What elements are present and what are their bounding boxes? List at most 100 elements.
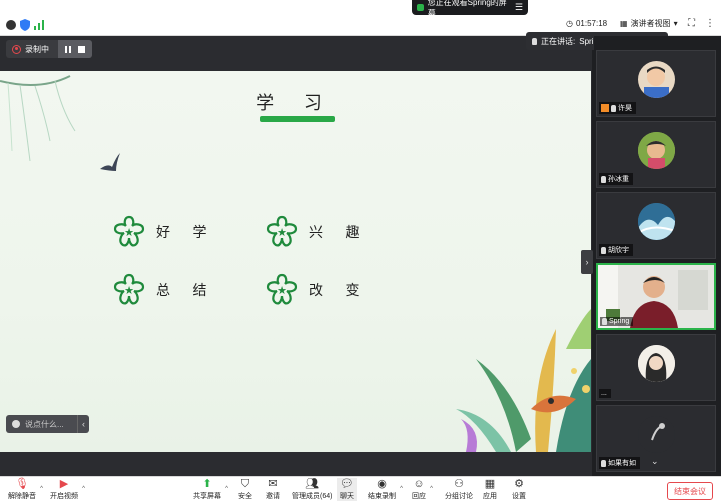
participant-name: ... (599, 389, 611, 398)
manage-members-button[interactable]: 👥︎ 管理成员(64) (292, 478, 332, 501)
participant-name: 胡欣宇 (599, 244, 633, 256)
security-button[interactable]: ⛉ 安全 (238, 478, 252, 501)
slide-item: ★ 好 学 (112, 215, 215, 249)
reactions-label: 回应 (412, 493, 426, 500)
settings-button[interactable]: ⚙ 设置 (512, 478, 526, 501)
screen-share-icon (417, 4, 424, 11)
chat-button[interactable]: 💬︎ 聊天 (337, 478, 357, 501)
chevron-up-icon[interactable]: ^ (82, 486, 85, 492)
invite-button[interactable]: ✉ 邀请 (266, 478, 280, 501)
mic-icon (601, 246, 606, 254)
start-video-label: 开启视频 (50, 493, 78, 500)
invite-icon: ✉ (268, 478, 278, 490)
flower-star-icon: ★ (266, 215, 298, 247)
svg-text:★: ★ (277, 227, 287, 239)
breakout-label: 分组讨论 (445, 493, 473, 500)
share-screen-icon: ⬆ (202, 478, 212, 490)
apps-button[interactable]: ▦ 应用 (483, 478, 497, 501)
collapse-gallery-button[interactable]: › (581, 250, 593, 274)
avatar (638, 345, 675, 382)
avatar (638, 416, 675, 453)
participant-name-text: ... (601, 390, 607, 397)
mic-icon (611, 104, 616, 112)
view-mode-label: 演讲者视图 (630, 19, 671, 28)
more-icon[interactable]: ⋮ (705, 18, 715, 29)
chat-input[interactable]: 说点什么... ‹ (6, 415, 89, 433)
participant-name-text: 孙冰重 (608, 176, 629, 183)
mic-muted-icon: 🎙︎ (15, 478, 29, 490)
breakout-button[interactable]: ⚇ 分组讨论 (445, 478, 473, 501)
invite-label: 邀请 (266, 493, 280, 500)
end-meeting-button[interactable]: 结束会议 (667, 482, 713, 500)
flower-star-icon: ★ (113, 273, 145, 305)
swallow-bird-decoration (100, 153, 120, 171)
mic-icon (532, 37, 537, 45)
chevron-up-icon[interactable]: ^ (40, 486, 43, 492)
stop-recording-button[interactable] (77, 45, 85, 53)
meeting-toolbar (0, 476, 721, 504)
speaking-label: 正在讲话: (541, 36, 576, 46)
recording-label: 录制中 (25, 44, 49, 54)
flower-star-icon: ★ (113, 215, 145, 247)
sharing-notice[interactable]: 您正在观看Spring的屏幕 ☰ (412, 0, 528, 18)
share-screen-button[interactable]: ⬆ 共享屏幕 ^ (193, 478, 228, 501)
top-bar (0, 0, 721, 36)
shield-icon: ⛉ (240, 478, 250, 490)
end-recording-button[interactable]: ◉ 结束录制 ^ (368, 478, 403, 501)
start-video-button[interactable]: ▶︎ 开启视频 ^ (50, 478, 85, 501)
reactions-button[interactable]: ☺ 回应 ^ (412, 478, 433, 501)
share-screen-label: 共享屏幕 (193, 493, 221, 500)
end-recording-label: 结束录制 (368, 493, 396, 500)
title-underline (260, 116, 335, 122)
settings-label: 设置 (512, 493, 526, 500)
presentation-slide: 学 习 ★ 好 学 ★ 兴 趣 ★ 总 结 ★ 改 变 (0, 71, 591, 452)
chevron-left-icon[interactable]: ‹ (77, 415, 89, 433)
scroll-down-icon[interactable]: ⌄ (651, 456, 659, 467)
smile-icon: ☺ (413, 478, 425, 490)
participant-tile[interactable]: ... (596, 334, 716, 401)
mic-icon (601, 459, 606, 467)
mic-icon (601, 175, 606, 183)
chevron-down-icon: ▾ (673, 19, 678, 28)
manage-members-label: 管理成员(64) (292, 493, 333, 500)
participant-tile[interactable]: 如果有如 ⌄ (596, 405, 716, 472)
slide-item-label: 总 结 (156, 283, 216, 299)
info-icon[interactable] (6, 20, 16, 30)
meeting-timer: ◷ 01:57:18 (566, 19, 607, 28)
unmute-button[interactable]: 🎙︎ 解除静音 ^ (8, 478, 43, 501)
svg-text:★: ★ (124, 227, 134, 239)
participant-name-text: 胡欣宇 (608, 247, 629, 254)
chevron-up-icon[interactable]: ^ (225, 486, 228, 492)
foliage-bird-decoration (456, 309, 591, 452)
pause-recording-button[interactable] (65, 45, 72, 53)
participant-name: 许昊 (599, 102, 636, 114)
slide-item-label: 好 学 (156, 225, 216, 241)
camera-off-icon: ▶︎ (59, 478, 69, 490)
svg-text:★: ★ (124, 285, 134, 297)
signal-icon[interactable] (34, 20, 44, 30)
record-icon: ◉ (377, 478, 387, 490)
elapsed-time: 01:57:18 (575, 19, 608, 28)
clock-icon: ◷ (566, 19, 573, 28)
view-mode-button[interactable]: ▦ 演讲者视图 ▾ (620, 18, 678, 29)
participant-tile[interactable]: 许昊 (596, 50, 716, 117)
chevron-up-icon[interactable]: ^ (430, 486, 433, 492)
avatar (638, 203, 675, 240)
shield-icon[interactable] (20, 19, 30, 31)
participant-name-text: 如果有如 (608, 460, 636, 467)
participant-name-text: 许昊 (618, 105, 632, 112)
participant-tile[interactable]: 胡欣宇 (596, 192, 716, 259)
menu-icon[interactable]: ☰ (515, 2, 523, 13)
participant-tile-active[interactable]: Spring (596, 263, 716, 330)
willow-branch-decoration (0, 75, 76, 162)
chevron-up-icon[interactable]: ^ (400, 486, 403, 492)
emoji-icon[interactable] (12, 420, 20, 428)
gear-icon: ⚙ (514, 478, 524, 490)
participant-tile[interactable]: 孙冰重 (596, 121, 716, 188)
fullscreen-icon[interactable]: ⛶ (688, 18, 695, 29)
slide-item: ★ 改 变 (265, 273, 368, 307)
unmute-label: 解除静音 (8, 493, 36, 500)
host-badge-icon (601, 104, 609, 112)
breakout-icon: ⚇ (454, 478, 464, 490)
participant-name: Spring (600, 317, 634, 326)
